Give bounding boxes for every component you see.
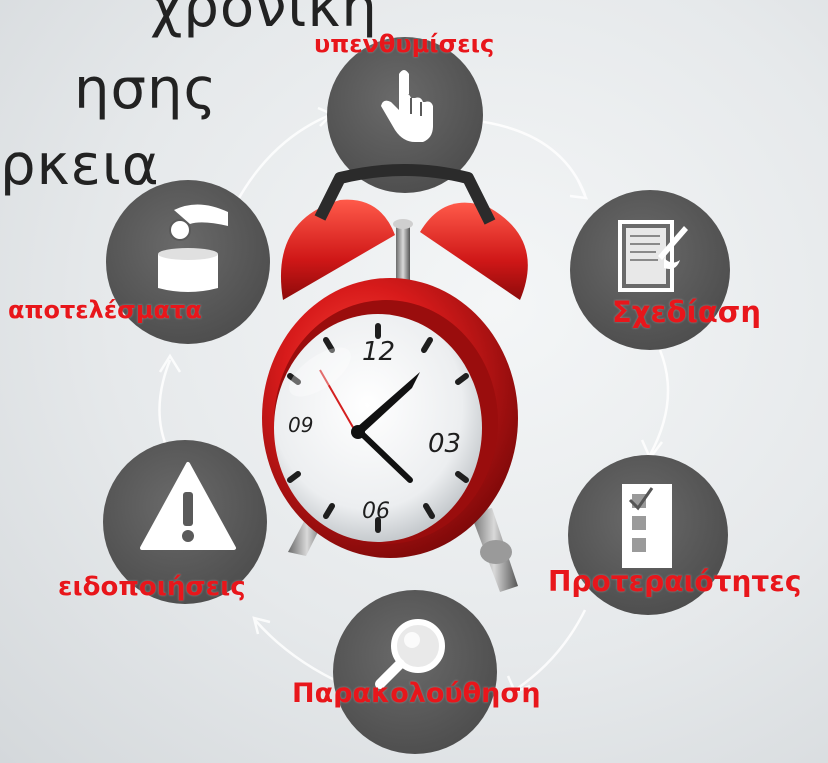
clock-number-12: 12 [362,337,395,367]
alarm-clock-icon: 12 03 06 09 [262,164,528,592]
heading-line-2: ησης [74,57,218,122]
checklist-icon [622,484,672,568]
heading-line-3: ρκεια [0,133,160,198]
clock-number-06: 06 [362,499,390,524]
step-label-notifications: ειδοποιήσεις [58,572,246,602]
arrow-reminders-to-planning [469,118,587,196]
step-label-reminders: υπενθυμίσεις [314,30,495,58]
clock-number-03: 03 [428,429,461,459]
clock-number-09: 09 [288,413,313,437]
arrow-notifications-to-results [158,359,172,451]
step-label-planning: Σχεδίαση [612,295,762,329]
arrow-planning-to-priorities [648,349,670,456]
step-label-priorities: Προτεραιότητες [548,565,802,598]
step-label-monitoring: Παρακολούθηση [292,678,541,709]
clock-pin [396,224,410,282]
right-bell [420,202,528,300]
arrow-results-to-reminders [233,113,331,206]
step-label-results: αποτελέσματα [8,296,202,324]
arrow-monitoring-to-notifications [254,619,346,687]
